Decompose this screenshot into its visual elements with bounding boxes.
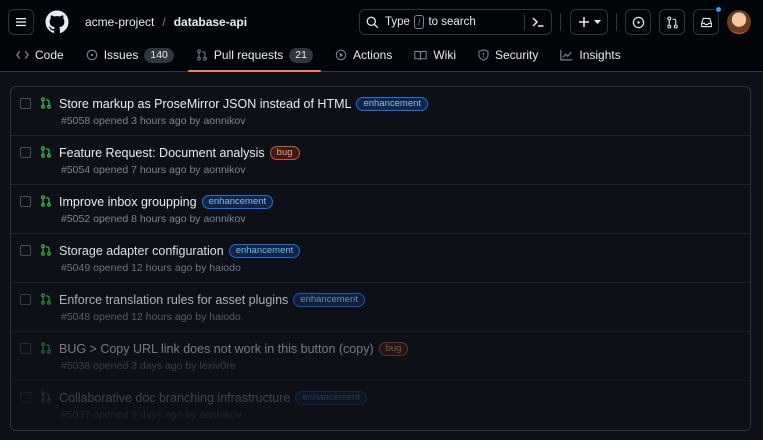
inbox-icon <box>700 17 712 27</box>
label-badge[interactable]: enhancement <box>293 293 365 307</box>
github-logo-icon[interactable] <box>45 10 69 34</box>
code-icon <box>16 50 29 60</box>
breadcrumb-repo-link[interactable]: database-api <box>174 15 247 29</box>
shield-icon <box>478 49 489 61</box>
git-pull-request-open-icon <box>41 244 51 256</box>
breadcrumb-owner-link[interactable]: acme-project <box>85 15 154 29</box>
tab-label: Wiki <box>433 48 456 62</box>
select-checkbox[interactable] <box>20 392 31 403</box>
pull-requests-count-badge: 21 <box>289 47 313 63</box>
list-item[interactable]: Enforce translation rules for asset plug… <box>11 283 750 332</box>
search-shortcut-key: / <box>413 15 425 29</box>
tab-wiki[interactable]: Wiki <box>406 44 464 66</box>
breadcrumb: acme-project / database-api <box>85 15 247 29</box>
git-pull-request-icon <box>197 49 207 61</box>
list-item[interactable]: BUG > Copy URL link does not work in thi… <box>11 332 750 381</box>
create-new-button[interactable] <box>570 9 608 35</box>
tab-label: Issues <box>103 48 139 62</box>
menu-icon <box>16 18 26 27</box>
tab-label: Pull requests <box>213 48 284 62</box>
plus-icon <box>578 17 589 27</box>
list-item[interactable]: Feature Request: Document analysis bug #… <box>11 136 750 185</box>
chevron-down-icon <box>593 19 601 24</box>
label-badge[interactable]: bug <box>269 146 300 160</box>
label-badge[interactable]: enhancement <box>201 195 274 209</box>
tab-actions[interactable]: Actions <box>327 44 400 66</box>
tab-label: Actions <box>352 48 393 62</box>
select-checkbox[interactable] <box>20 147 31 158</box>
pull-request-meta: #5054 opened 7 hours ago by aonnikov <box>61 164 246 176</box>
search-divider <box>524 14 525 30</box>
header-divider <box>560 13 561 31</box>
pull-request-title-link[interactable]: Store markup as ProseMirror JSON instead… <box>59 97 351 111</box>
select-checkbox[interactable] <box>20 98 31 109</box>
header-divider <box>616 13 617 31</box>
repo-nav-tabs: Code Issues 140 Pull requests 21 Actions… <box>0 44 763 72</box>
inbox-button[interactable] <box>693 9 719 35</box>
breadcrumb-separator: / <box>162 15 166 29</box>
search-prompt-prefix: Type <box>385 16 410 28</box>
pull-request-meta: #5052 opened 8 hours ago by aonnikov <box>61 213 246 225</box>
issues-button[interactable] <box>625 9 651 35</box>
search-input[interactable]: Type / to search <box>359 9 552 35</box>
list-item[interactable]: Storage adapter configuration enhancemen… <box>11 234 750 283</box>
list-item[interactable]: Collaborative doc branching infrastructu… <box>11 381 750 430</box>
pull-request-title-link[interactable]: Storage adapter configuration <box>59 244 224 258</box>
git-pull-request-open-icon <box>41 195 51 207</box>
git-pull-request-open-icon <box>41 293 51 305</box>
menu-button[interactable] <box>8 9 34 35</box>
list-item[interactable]: Improve inbox groupping enhancement #505… <box>11 185 750 234</box>
pull-request-meta: #5048 opened 12 hours ago by haiodo <box>61 311 241 323</box>
git-pull-request-open-icon <box>41 97 51 109</box>
tab-issues[interactable]: Issues 140 <box>78 44 182 66</box>
label-badge[interactable]: enhancement <box>228 244 301 258</box>
pull-request-meta: #5038 opened 3 days ago by lexiv0re <box>61 360 236 372</box>
select-checkbox[interactable] <box>20 294 31 305</box>
git-pull-request-open-icon <box>41 342 51 354</box>
label-badge[interactable]: enhancement <box>295 391 367 405</box>
pull-requests-button[interactable] <box>659 9 685 35</box>
issues-count-badge: 140 <box>144 47 174 63</box>
pull-request-title-link[interactable]: Feature Request: Document analysis <box>59 146 265 160</box>
tab-pull-requests[interactable]: Pull requests 21 <box>187 44 322 72</box>
avatar[interactable] <box>727 10 751 34</box>
tab-code[interactable]: Code <box>8 44 72 66</box>
book-icon <box>414 50 428 60</box>
pull-request-title-link[interactable]: BUG > Copy URL link does not work in thi… <box>59 342 374 356</box>
list-item[interactable]: Store markup as ProseMirror JSON instead… <box>11 87 750 136</box>
select-checkbox[interactable] <box>20 343 31 354</box>
tab-label: Security <box>495 48 539 62</box>
label-badge[interactable]: bug <box>378 342 409 356</box>
tab-security[interactable]: Security <box>470 44 546 66</box>
pull-request-icon <box>666 15 678 29</box>
select-checkbox[interactable] <box>20 245 31 256</box>
git-pull-request-open-icon <box>41 391 51 403</box>
pull-request-list: Store markup as ProseMirror JSON instead… <box>10 86 751 431</box>
search-icon <box>366 16 379 28</box>
play-icon <box>335 49 347 61</box>
search-prompt-suffix: to search <box>428 16 476 28</box>
pull-request-meta: #5058 opened 3 hours ago by aonnikov <box>61 115 246 127</box>
tab-label: Code <box>35 48 64 62</box>
select-checkbox[interactable] <box>20 196 31 207</box>
graph-icon <box>560 50 573 61</box>
issue-opened-icon <box>86 49 97 61</box>
command-palette-icon[interactable] <box>531 16 545 28</box>
tab-label: Insights <box>579 48 621 62</box>
git-pull-request-open-icon <box>41 146 51 158</box>
pull-request-title-link[interactable]: Collaborative doc branching infrastructu… <box>59 391 290 405</box>
pull-request-meta: #5037 opened 3 days ago by aonnikov <box>61 409 242 421</box>
unread-notification-dot <box>715 6 722 13</box>
pull-request-meta: #5049 opened 12 hours ago by haiodo <box>61 262 241 274</box>
pull-request-title-link[interactable]: Improve inbox groupping <box>59 195 197 209</box>
app-header: acme-project / database-api Type / to se… <box>0 0 763 72</box>
top-bar: acme-project / database-api Type / to se… <box>0 0 763 44</box>
issues-icon <box>632 16 644 28</box>
label-badge[interactable]: enhancement <box>356 97 429 111</box>
tab-insights[interactable]: Insights <box>552 44 628 66</box>
pull-request-title-link[interactable]: Enforce translation rules for asset plug… <box>59 293 288 307</box>
